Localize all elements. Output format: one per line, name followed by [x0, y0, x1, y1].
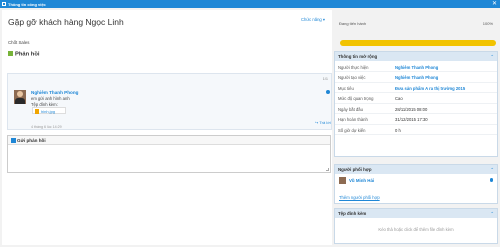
- progress-box: Đang tiến hành 100%: [337, 21, 496, 46]
- coop-member[interactable]: Vũ Minh Hải: [349, 178, 374, 183]
- chevron-up-icon[interactable]: ⌃: [490, 167, 494, 173]
- add-coop-link[interactable]: Thêm người phối hợp: [339, 195, 380, 200]
- image-file-icon: [34, 109, 39, 114]
- feedback-icon: [8, 51, 13, 56]
- comment-message: em gửi anh hình anh: [31, 96, 70, 101]
- info-row: Ngày bắt đầu 28/11/2015 08:00: [335, 104, 497, 114]
- gear-icon[interactable]: [489, 178, 493, 182]
- compose-header: Gửi phản hồi: [8, 136, 330, 145]
- chevron-up-icon[interactable]: ⌃: [490, 54, 494, 60]
- close-icon[interactable]: ✕: [492, 1, 497, 8]
- feedback-heading: Phản hồi: [8, 51, 39, 58]
- info-row-key: Số giờ dự kiến: [338, 127, 366, 133]
- comment-thread: 1/1 Nghiêm Thanh Phong em gửi anh hình a…: [7, 73, 332, 130]
- feedback-heading-label: Phản hồi: [15, 51, 40, 58]
- info-row-key: Mức độ quan trọng: [338, 96, 374, 101]
- info-row: Mục tiêu Đưa sản phẩm A ra thị trường 201…: [335, 83, 497, 93]
- compose-title: Gửi phản hồi: [17, 138, 46, 143]
- coop-panel: Người phối hợp ⌃ Vũ Minh Hải Thêm người …: [334, 164, 498, 204]
- compose-box: Gửi phản hồi: [7, 135, 331, 173]
- info-row-key: Mục tiêu: [338, 85, 354, 91]
- coop-panel-title: Người phối hợp: [338, 167, 372, 173]
- function-dropdown[interactable]: Chức năng ▾: [301, 17, 325, 22]
- info-row-value[interactable]: Nghiêm Thanh Phong: [395, 75, 438, 80]
- info-row-value: 28/11/2015 08:00: [395, 106, 428, 112]
- attach-panel-header: Tệp đính kèm ⌃: [335, 209, 497, 218]
- info-row: Người thực hiện Nghiêm Thanh Phong: [335, 62, 497, 72]
- progress-label: Đang tiến hành: [339, 21, 367, 26]
- info-row-key: Người tạo việc: [338, 75, 366, 80]
- info-panel-header: Thông tin mở rộng ⌃: [335, 52, 497, 61]
- attach-panel-title: Tệp đính kèm: [338, 211, 367, 217]
- info-row: Người tạo việc Nghiêm Thanh Phong: [335, 73, 497, 83]
- reply-button[interactable]: ↪ Trả lời: [315, 120, 331, 125]
- coop-panel-header: Người phối hợp ⌃: [335, 165, 497, 174]
- info-row-value[interactable]: Nghiêm Thanh Phong: [395, 65, 438, 70]
- info-row: Mức độ quan trọng Cao: [335, 94, 497, 104]
- window-titlebar: Thông tin công việc ✕: [0, 0, 500, 8]
- info-row-key: Hạn hoàn thành: [338, 117, 368, 122]
- info-row-value: 31/12/2015 17:30: [395, 117, 428, 122]
- info-row: Hạn hoàn thành 31/12/2015 17:30: [335, 115, 497, 125]
- chevron-up-icon[interactable]: ⌃: [490, 211, 494, 217]
- file-drop-zone[interactable]: Kéo thả hoặc click để thêm file đính kèm: [335, 227, 497, 232]
- window-icon: [2, 2, 6, 6]
- info-panel-title: Thông tin mở rộng: [338, 54, 378, 60]
- attach-panel: Tệp đính kèm ⌃ Kéo thả hoặc click để thê…: [334, 208, 498, 244]
- gear-icon[interactable]: [326, 90, 330, 94]
- attachment-file-name[interactable]: hinh.jpg: [41, 109, 55, 114]
- info-row-value[interactable]: Đưa sản phẩm A ra thị trường 2015: [395, 86, 465, 91]
- task-title: Gặp gỡ khách hàng Ngọc Linh: [8, 17, 124, 27]
- avatar: [14, 90, 26, 104]
- comment-time: 4 tháng 6 lúc 14:29: [31, 125, 62, 129]
- main-panel: Gặp gỡ khách hàng Ngọc Linh Chức năng ▾ …: [2, 10, 332, 245]
- progress-percent: 100%: [482, 21, 493, 26]
- comment-author[interactable]: Nghiêm Thanh Phong: [31, 90, 78, 95]
- edit-icon: [11, 138, 16, 143]
- progress-bar: [340, 40, 496, 46]
- avatar: [339, 177, 346, 184]
- task-subtitle: Chốt Sales: [8, 40, 30, 45]
- window-title: Thông tin công việc: [8, 1, 46, 7]
- comment-count: 1/1: [322, 77, 328, 81]
- info-row-key: Ngày bắt đầu: [338, 106, 363, 112]
- info-row-key: Người thực hiện: [338, 64, 369, 70]
- info-row: Số giờ dự kiến 0 h: [335, 125, 497, 135]
- attachment-file[interactable]: hinh.jpg: [32, 107, 66, 114]
- feedback-input[interactable]: [10, 147, 328, 171]
- info-row-value: Cao: [395, 96, 403, 101]
- resize-handle[interactable]: [326, 168, 329, 171]
- info-row-value: 0 h: [395, 127, 401, 133]
- info-panel: Thông tin mở rộng ⌃ Người thực hiện Nghiê…: [334, 51, 498, 157]
- progress-fill: [340, 40, 496, 46]
